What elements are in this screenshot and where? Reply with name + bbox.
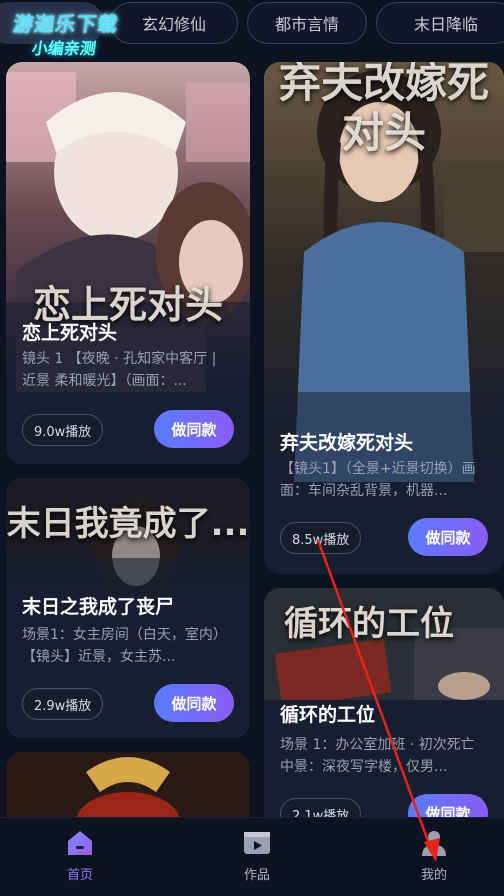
- nav-profile[interactable]: 我的: [394, 828, 474, 883]
- card-description: 镜头 1 【夜晚 · 孔知家中客厅 | 近景 柔和暖光】（画面：...: [22, 351, 217, 389]
- card-description: 场景1：女主房间（白天，室内）【镜头】近景，女主苏...: [22, 627, 227, 665]
- cover-overlay-title: 循环的工位: [284, 604, 454, 644]
- watermark-line2: 小编亲测: [30, 39, 98, 58]
- nav-label-works: 作品: [243, 868, 270, 883]
- video-icon: [244, 832, 270, 854]
- video-card[interactable]: 末日我竟成了... 末日之我成了丧尸 场景1：女主房间（白天，室内）【镜头】近景…: [6, 478, 250, 738]
- make-same-button[interactable]: 做同款: [408, 518, 488, 556]
- card-title: 循环的工位: [280, 704, 376, 726]
- watermark-line1: 游迦乐下载: [11, 12, 121, 36]
- nav-works[interactable]: 作品: [217, 828, 297, 883]
- bottom-nav: 首页 作品 我的: [0, 817, 504, 896]
- tab-mori[interactable]: 末日降临: [376, 2, 504, 44]
- card-description: 【镜头1】（全景+近景切换）画面：车间杂乱背景，机器...: [280, 461, 476, 499]
- tab-xuanhuan[interactable]: 玄幻修仙: [110, 2, 238, 44]
- play-count-badge: 8.5w播放: [280, 522, 362, 554]
- watermark-logo: 游迦乐下载 小编亲测: [8, 8, 120, 59]
- user-icon: [422, 831, 446, 856]
- play-count-badge: 9.0w播放: [22, 414, 104, 446]
- card-title: 末日之我成了丧尸: [22, 596, 175, 618]
- nav-label-home: 首页: [66, 868, 93, 883]
- video-card[interactable]: 循环的工位 循环的工位 场景 1：办公室加班 · 初次死亡中景：深夜写字楼，仅男…: [264, 588, 504, 828]
- card-description: 场景 1：办公室加班 · 初次死亡中景：深夜写字楼，仅男...: [280, 737, 475, 775]
- card-title: 弃夫改嫁死对头: [280, 432, 414, 454]
- video-card[interactable]: 弃夫改嫁死对头 弃夫改嫁死对头 【镜头1】（全景+近景切换）画面：车间杂乱背景，…: [264, 62, 504, 574]
- home-icon: [68, 831, 92, 855]
- nav-label-profile: 我的: [420, 868, 447, 883]
- cover-overlay-title: 弃夫改嫁死对头: [278, 62, 489, 157]
- nav-home[interactable]: 首页: [40, 828, 120, 883]
- cover-overlay-title: 末日我竟成了...: [6, 504, 250, 544]
- card-title: 恋上死对头: [22, 322, 118, 344]
- make-same-button[interactable]: 做同款: [154, 410, 234, 448]
- make-same-button[interactable]: 做同款: [154, 684, 234, 722]
- tab-dushi[interactable]: 都市言情: [247, 2, 367, 44]
- video-card[interactable]: 恋上死对头 恋上死对头 镜头 1 【夜晚 · 孔知家中客厅 | 近景 柔和暖光】…: [6, 62, 250, 464]
- play-count-badge: 2.9w播放: [22, 688, 104, 720]
